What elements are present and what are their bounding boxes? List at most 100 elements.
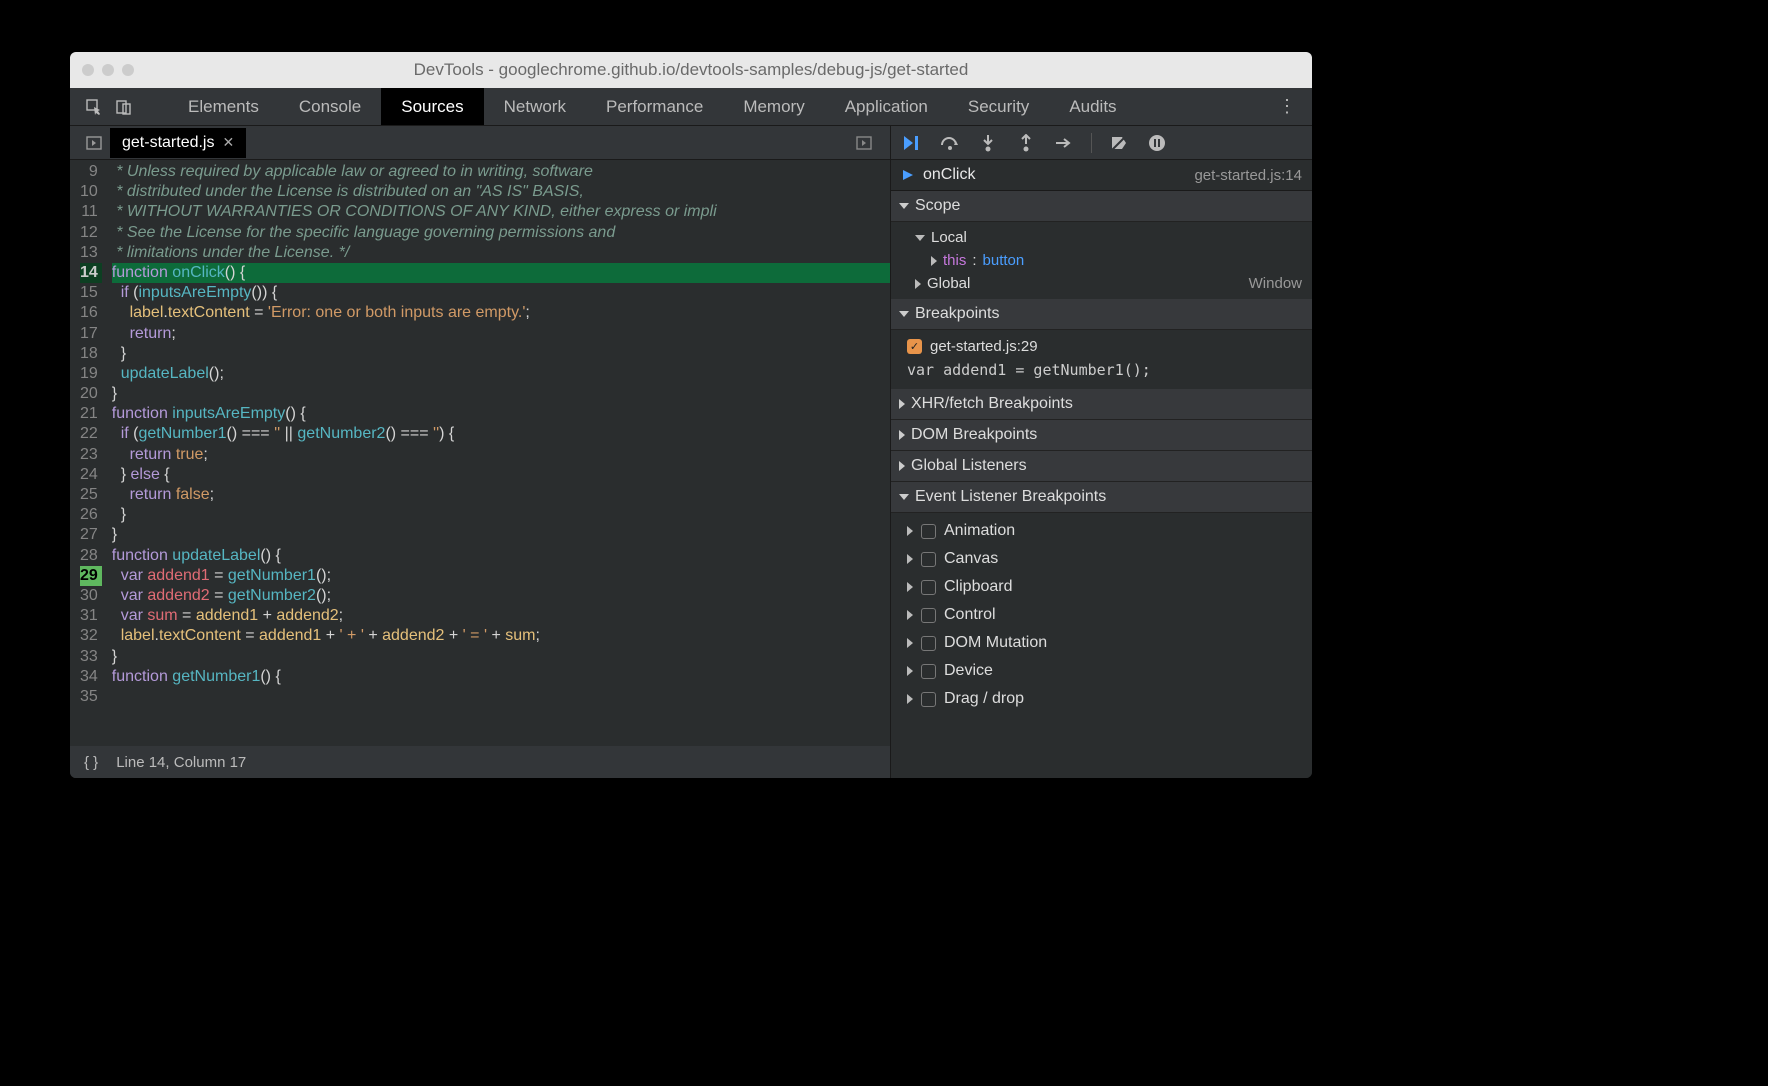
code-line[interactable]: * limitations under the License. */ [112,243,890,263]
code-line[interactable]: return false; [112,485,890,505]
line-number[interactable]: 25 [80,485,102,505]
event-category-animation[interactable]: Animation [891,517,1312,545]
line-number[interactable]: 24 [80,465,102,485]
file-tab-get-started[interactable]: get-started.js ✕ [110,128,246,158]
line-number[interactable]: 30 [80,586,102,606]
code-line[interactable]: * WITHOUT WARRANTIES OR CONDITIONS OF AN… [112,202,890,222]
pretty-print-icon[interactable]: { } [84,754,98,771]
event-checkbox[interactable] [921,636,936,651]
step-out-icon[interactable] [1015,132,1037,154]
event-category-device[interactable]: Device [891,657,1312,685]
line-number[interactable]: 21 [80,404,102,424]
code-line[interactable]: function updateLabel() { [112,546,890,566]
code-line[interactable]: label.textContent = addend1 + ' + ' + ad… [112,626,890,646]
line-number[interactable]: 27 [80,525,102,545]
code-line[interactable]: } [112,505,890,525]
code-line[interactable]: var addend1 = getNumber1(); [112,566,890,586]
code-line[interactable]: function onClick() { [112,263,890,283]
event-category-clipboard[interactable]: Clipboard [891,573,1312,601]
tab-security[interactable]: Security [948,88,1049,125]
event-checkbox[interactable] [921,580,936,595]
line-number[interactable]: 13 [80,243,102,263]
code-line[interactable]: function inputsAreEmpty() { [112,404,890,424]
window-close[interactable] [82,64,94,76]
inspect-element-icon[interactable] [84,97,104,117]
tab-performance[interactable]: Performance [586,88,723,125]
event-checkbox[interactable] [921,552,936,567]
event-listener-breakpoints-header[interactable]: Event Listener Breakpoints [891,482,1312,513]
step-into-icon[interactable] [977,132,999,154]
line-number[interactable]: 12 [80,223,102,243]
event-checkbox[interactable] [921,524,936,539]
device-toggle-icon[interactable] [114,97,134,117]
tab-network[interactable]: Network [484,88,586,125]
tab-sources[interactable]: Sources [381,88,483,125]
line-number[interactable]: 34 [80,667,102,687]
code-line[interactable]: } [112,525,890,545]
code-line[interactable]: if (inputsAreEmpty()) { [112,283,890,303]
code-line[interactable]: } [112,344,890,364]
code-line[interactable]: var addend2 = getNumber2(); [112,586,890,606]
code-line[interactable]: } else { [112,465,890,485]
line-number[interactable]: 9 [80,162,102,182]
scope-local[interactable]: Local [891,226,1312,249]
close-tab-icon[interactable]: ✕ [222,134,234,151]
event-checkbox[interactable] [921,692,936,707]
window-minimize[interactable] [102,64,114,76]
tab-audits[interactable]: Audits [1049,88,1136,125]
tab-application[interactable]: Application [825,88,948,125]
line-number[interactable]: 14 [80,263,102,283]
event-category-dom-mutation[interactable]: DOM Mutation [891,629,1312,657]
line-number[interactable]: 18 [80,344,102,364]
tab-elements[interactable]: Elements [168,88,279,125]
more-menu-icon[interactable]: ⋮ [1262,96,1312,117]
event-category-canvas[interactable]: Canvas [891,545,1312,573]
line-number[interactable]: 28 [80,546,102,566]
show-navigator-icon[interactable] [78,135,110,151]
event-category-control[interactable]: Control [891,601,1312,629]
breakpoints-section-header[interactable]: Breakpoints [891,299,1312,330]
breakpoint-item[interactable]: ✓get-started.js:29 [891,334,1312,359]
code-line[interactable] [112,687,890,707]
code-line[interactable]: var sum = addend1 + addend2; [112,606,890,626]
line-number[interactable]: 17 [80,324,102,344]
line-number[interactable]: 29 [80,566,102,586]
code-line[interactable]: * Unless required by applicable law or a… [112,162,890,182]
line-number[interactable]: 22 [80,424,102,444]
code-editor[interactable]: 9101112131415161718192021222324252627282… [70,160,890,746]
window-zoom[interactable] [122,64,134,76]
code-line[interactable]: } [112,384,890,404]
global-listeners-header[interactable]: Global Listeners [891,451,1312,482]
code-line[interactable]: return; [112,324,890,344]
line-number[interactable]: 23 [80,445,102,465]
line-number[interactable]: 35 [80,687,102,707]
scope-var-this[interactable]: this:button [891,249,1312,272]
pause-exceptions-icon[interactable] [1146,132,1168,154]
code-line[interactable]: function getNumber1() { [112,667,890,687]
code-line[interactable]: label.textContent = 'Error: one or both … [112,303,890,323]
line-number[interactable]: 15 [80,283,102,303]
callstack-frame[interactable]: onClick get-started.js:14 [891,160,1312,191]
dom-breakpoints-header[interactable]: DOM Breakpoints [891,420,1312,451]
tab-memory[interactable]: Memory [723,88,824,125]
xhr-breakpoints-header[interactable]: XHR/fetch Breakpoints [891,389,1312,420]
line-number[interactable]: 19 [80,364,102,384]
scope-global[interactable]: GlobalWindow [891,272,1312,295]
code-line[interactable]: if (getNumber1() === '' || getNumber2() … [112,424,890,444]
event-checkbox[interactable] [921,608,936,623]
line-number[interactable]: 11 [80,202,102,222]
line-number[interactable]: 10 [80,182,102,202]
tab-console[interactable]: Console [279,88,381,125]
code-line[interactable]: return true; [112,445,890,465]
code-line[interactable]: * distributed under the License is distr… [112,182,890,202]
line-number[interactable]: 16 [80,303,102,323]
event-category-drag-drop[interactable]: Drag / drop [891,685,1312,713]
code-line[interactable]: } [112,647,890,667]
code-line[interactable]: * See the License for the specific langu… [112,223,890,243]
line-number[interactable]: 26 [80,505,102,525]
event-checkbox[interactable] [921,664,936,679]
scope-section-header[interactable]: Scope [891,191,1312,222]
step-icon[interactable] [1053,132,1075,154]
resume-icon[interactable] [901,132,923,154]
more-tabs-icon[interactable] [846,135,882,151]
